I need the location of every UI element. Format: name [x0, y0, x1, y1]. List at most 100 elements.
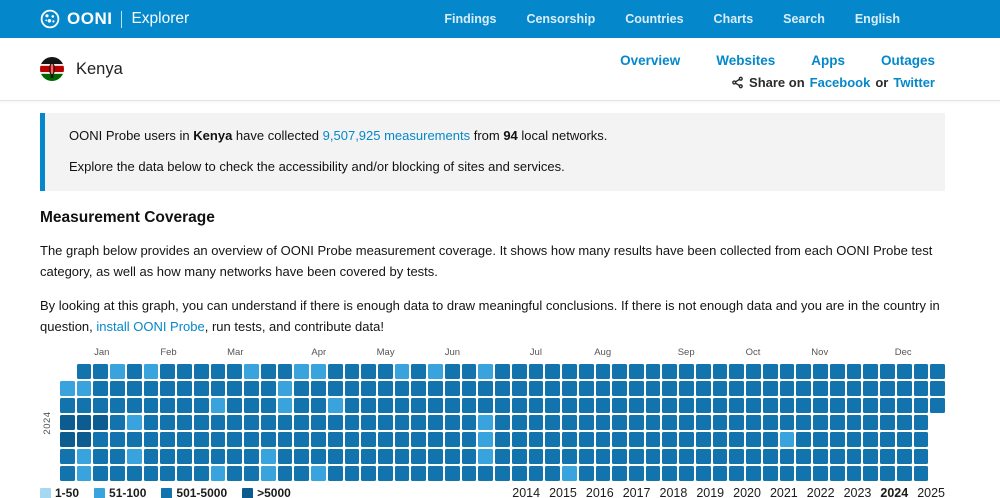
- heatmap-cell[interactable]: [729, 364, 744, 379]
- heatmap-cell[interactable]: [345, 381, 360, 396]
- heatmap-cell[interactable]: [897, 364, 912, 379]
- heatmap-cell[interactable]: [713, 364, 728, 379]
- heatmap-cell[interactable]: [713, 432, 728, 447]
- heatmap-cell[interactable]: [445, 398, 460, 413]
- heatmap-cell[interactable]: [629, 449, 644, 464]
- heatmap-cell[interactable]: [378, 381, 393, 396]
- heatmap-cell[interactable]: [562, 398, 577, 413]
- heatmap-cell[interactable]: [278, 381, 293, 396]
- heatmap-cell[interactable]: [361, 449, 376, 464]
- heatmap-cell[interactable]: [679, 432, 694, 447]
- heatmap-cell[interactable]: [679, 364, 694, 379]
- heatmap-cell[interactable]: [713, 449, 728, 464]
- heatmap-cell[interactable]: [478, 364, 493, 379]
- heatmap-cell[interactable]: [261, 364, 276, 379]
- heatmap-cell[interactable]: [144, 432, 159, 447]
- heatmap-cell[interactable]: [110, 432, 125, 447]
- heatmap-cell[interactable]: [662, 466, 677, 481]
- heatmap-cell[interactable]: [395, 364, 410, 379]
- heatmap-cell[interactable]: [378, 398, 393, 413]
- heatmap-cell[interactable]: [411, 466, 426, 481]
- heatmap-cell[interactable]: [662, 449, 677, 464]
- heatmap-cell[interactable]: [562, 466, 577, 481]
- heatmap-cell[interactable]: [127, 432, 142, 447]
- tab-outages[interactable]: Outages: [881, 53, 935, 68]
- heatmap-cell[interactable]: [930, 381, 945, 396]
- heatmap-cell[interactable]: [261, 381, 276, 396]
- heatmap-cell[interactable]: [914, 381, 929, 396]
- heatmap-cell[interactable]: [328, 381, 343, 396]
- heatmap-cell[interactable]: [629, 432, 644, 447]
- heatmap-cell[interactable]: [445, 466, 460, 481]
- heatmap-cell[interactable]: [160, 398, 175, 413]
- heatmap-cell[interactable]: [328, 432, 343, 447]
- heatmap-cell[interactable]: [244, 466, 259, 481]
- heatmap-cell[interactable]: [813, 466, 828, 481]
- heatmap-cell[interactable]: [545, 415, 560, 430]
- heatmap-cell[interactable]: [763, 449, 778, 464]
- heatmap-cell[interactable]: [77, 432, 92, 447]
- heatmap-cell[interactable]: [462, 381, 477, 396]
- heatmap-cell[interactable]: [596, 432, 611, 447]
- heatmap-cell[interactable]: [796, 432, 811, 447]
- heatmap-cell[interactable]: [930, 398, 945, 413]
- heatmap-cell[interactable]: [897, 381, 912, 396]
- heatmap-cell[interactable]: [562, 364, 577, 379]
- heatmap-cell[interactable]: [579, 415, 594, 430]
- heatmap-cell[interactable]: [780, 466, 795, 481]
- heatmap-cell[interactable]: [194, 415, 209, 430]
- heatmap-cell[interactable]: [529, 466, 544, 481]
- heatmap-cell[interactable]: [863, 432, 878, 447]
- heatmap-cell[interactable]: [646, 398, 661, 413]
- tab-apps[interactable]: Apps: [811, 53, 845, 68]
- heatmap-cell[interactable]: [646, 466, 661, 481]
- heatmap-cell[interactable]: [227, 449, 242, 464]
- heatmap-cell[interactable]: [813, 398, 828, 413]
- heatmap-cell[interactable]: [378, 449, 393, 464]
- heatmap-cell[interactable]: [60, 466, 75, 481]
- heatmap-cell[interactable]: [211, 432, 226, 447]
- heatmap-cell[interactable]: [796, 364, 811, 379]
- heatmap-cell[interactable]: [445, 381, 460, 396]
- heatmap-cell[interactable]: [211, 466, 226, 481]
- heatmap-cell[interactable]: [880, 466, 895, 481]
- heatmap-cell[interactable]: [60, 398, 75, 413]
- heatmap-cell[interactable]: [127, 415, 142, 430]
- heatmap-cell[interactable]: [512, 381, 527, 396]
- heatmap-cell[interactable]: [863, 398, 878, 413]
- share-twitter-link[interactable]: Twitter: [893, 75, 935, 90]
- heatmap-cell[interactable]: [110, 381, 125, 396]
- heatmap-cell[interactable]: [746, 432, 761, 447]
- heatmap-cell[interactable]: [194, 466, 209, 481]
- heatmap-cell[interactable]: [495, 432, 510, 447]
- heatmap-cell[interactable]: [880, 364, 895, 379]
- heatmap-cell[interactable]: [696, 449, 711, 464]
- heatmap-cell[interactable]: [914, 466, 929, 481]
- heatmap-cell[interactable]: [261, 466, 276, 481]
- heatmap-cell[interactable]: [796, 449, 811, 464]
- heatmap-cell[interactable]: [211, 415, 226, 430]
- heatmap-cell[interactable]: [60, 432, 75, 447]
- heatmap-cell[interactable]: [713, 398, 728, 413]
- heatmap-cell[interactable]: [545, 449, 560, 464]
- heatmap-cell[interactable]: [495, 415, 510, 430]
- heatmap-cell[interactable]: [110, 415, 125, 430]
- heatmap-cell[interactable]: [244, 398, 259, 413]
- heatmap-cell[interactable]: [562, 432, 577, 447]
- heatmap-cell[interactable]: [813, 381, 828, 396]
- heatmap-cell[interactable]: [729, 381, 744, 396]
- heatmap-cell[interactable]: [478, 449, 493, 464]
- heatmap-cell[interactable]: [294, 398, 309, 413]
- year-option-2022[interactable]: 2022: [807, 486, 835, 498]
- heatmap-cell[interactable]: [512, 466, 527, 481]
- heatmap-cell[interactable]: [244, 364, 259, 379]
- heatmap-cell[interactable]: [696, 398, 711, 413]
- tab-websites[interactable]: Websites: [716, 53, 775, 68]
- heatmap-cell[interactable]: [160, 432, 175, 447]
- heatmap-cell[interactable]: [244, 415, 259, 430]
- heatmap-cell[interactable]: [244, 432, 259, 447]
- heatmap-cell[interactable]: [127, 381, 142, 396]
- heatmap-cell[interactable]: [662, 364, 677, 379]
- heatmap-cell[interactable]: [127, 449, 142, 464]
- heatmap-cell[interactable]: [579, 398, 594, 413]
